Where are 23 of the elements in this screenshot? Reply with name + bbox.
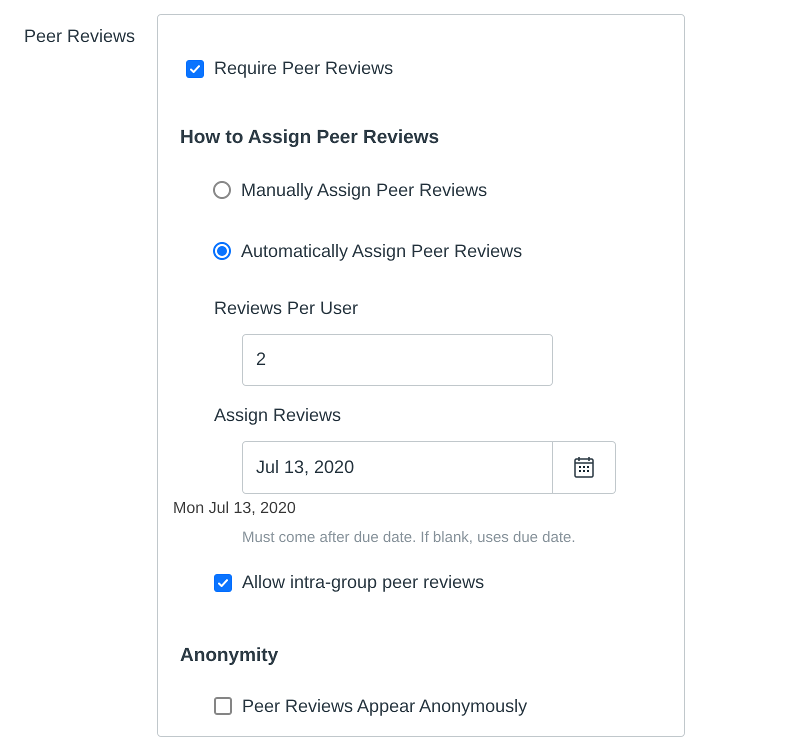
hint-text: Must come after due date. If blank, uses due date. (242, 528, 577, 548)
checkbox-label: Require Peer Reviews (214, 57, 394, 80)
field-label: Reviews Per User (214, 296, 360, 320)
date-field[interactable]: Jul 13, 2020 (242, 440, 553, 494)
checkmark-icon (189, 62, 201, 74)
radio-label: Automatically Assign Peer Reviews (241, 240, 522, 263)
calendar-icon (574, 456, 594, 478)
section-heading: Anonymity (180, 644, 280, 668)
radio-button[interactable] (213, 242, 231, 260)
field-label: Assign Reviews (214, 404, 342, 427)
checkmark-icon (217, 576, 229, 588)
checkbox-label: Allow intra-group peer reviews (242, 571, 484, 594)
radio-button[interactable] (213, 181, 231, 199)
checkbox[interactable] (186, 60, 204, 78)
checkbox[interactable] (214, 574, 232, 592)
section-label: Peer Reviews (24, 26, 136, 46)
checkbox-label: Peer Reviews Appear Anonymously (242, 694, 528, 718)
parsed-date: Mon Jul 13, 2020 (173, 498, 297, 518)
checkbox[interactable] (214, 697, 232, 715)
input-field[interactable]: 2 (242, 334, 553, 386)
section-heading: How to Assign Peer Reviews (180, 126, 440, 150)
radio-label: Manually Assign Peer Reviews (241, 178, 488, 202)
calendar-button[interactable] (553, 440, 616, 494)
